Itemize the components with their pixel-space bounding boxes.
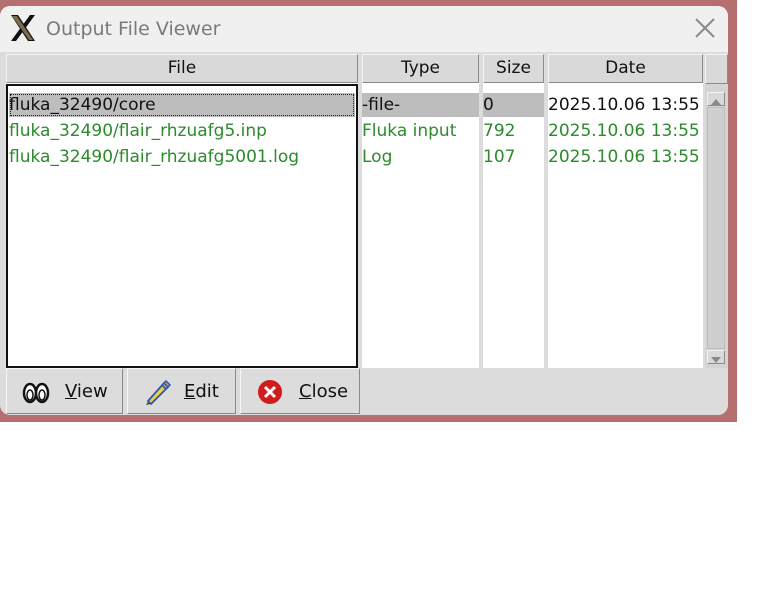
type-cell[interactable]: -file- (362, 93, 479, 117)
size-column: Size 0 792 107 (483, 54, 544, 368)
type-cell[interactable]: Log (362, 145, 392, 169)
size-cell[interactable]: 107 (483, 145, 515, 169)
title-bar[interactable]: Output File Viewer (0, 6, 728, 52)
scroll-track[interactable] (707, 107, 725, 349)
file-list[interactable]: fluka_32490/core fluka_32490/flair_rhzua… (6, 84, 358, 368)
close-button[interactable]: Close (240, 368, 360, 414)
size-list[interactable]: 0 792 107 (483, 84, 544, 368)
view-button[interactable]: View (6, 368, 123, 414)
type-column-header[interactable]: Type (362, 54, 479, 83)
type-column: Type -file- Fluka input Log (362, 54, 479, 368)
binoculars-icon (22, 382, 50, 404)
window-title: Output File Viewer (46, 18, 221, 40)
file-cell[interactable]: fluka_32490/core (9, 93, 355, 117)
size-column-header[interactable]: Size (483, 54, 544, 83)
window-close-icon[interactable] (693, 16, 717, 40)
close-button-label: Close (299, 381, 349, 402)
view-button-label: View (65, 381, 108, 402)
date-cell[interactable]: 2025.10.06 13:55 (548, 145, 703, 169)
type-cell[interactable]: Fluka input (362, 119, 456, 143)
date-cell[interactable]: 2025.10.06 13:55 (548, 93, 703, 117)
type-list[interactable]: -file- Fluka input Log (362, 84, 479, 368)
file-column: File fluka_32490/core fluka_32490/flair_… (6, 54, 358, 368)
vertical-scrollbar[interactable] (705, 54, 728, 368)
date-column-header[interactable]: Date (548, 54, 703, 83)
pencil-icon (146, 379, 172, 406)
file-column-header[interactable]: File (6, 54, 358, 83)
scroll-down-button[interactable] (707, 350, 725, 364)
edit-button-label: Edit (184, 381, 219, 402)
output-file-viewer-window: Output File Viewer File fluka_32490/core… (0, 6, 728, 415)
scroll-up-button[interactable] (707, 92, 725, 106)
file-cell[interactable]: fluka_32490/flair_rhzuafg5.inp (9, 119, 267, 143)
x-logo-icon (11, 15, 35, 41)
date-column: Date 2025.10.06 13:55 2025.10.06 13:55 2… (548, 54, 703, 368)
size-cell[interactable]: 792 (483, 119, 515, 143)
file-cell[interactable]: fluka_32490/flair_rhzuafg5001.log (9, 145, 299, 169)
close-circle-icon (258, 380, 282, 404)
date-cell[interactable]: 2025.10.06 13:55 (548, 119, 703, 143)
arrow-down-icon (711, 357, 721, 363)
size-cell[interactable]: 0 (483, 93, 544, 117)
date-list[interactable]: 2025.10.06 13:55 2025.10.06 13:55 2025.1… (548, 84, 703, 368)
scrollbar-corner (705, 54, 728, 84)
edit-button[interactable]: Edit (127, 368, 236, 414)
